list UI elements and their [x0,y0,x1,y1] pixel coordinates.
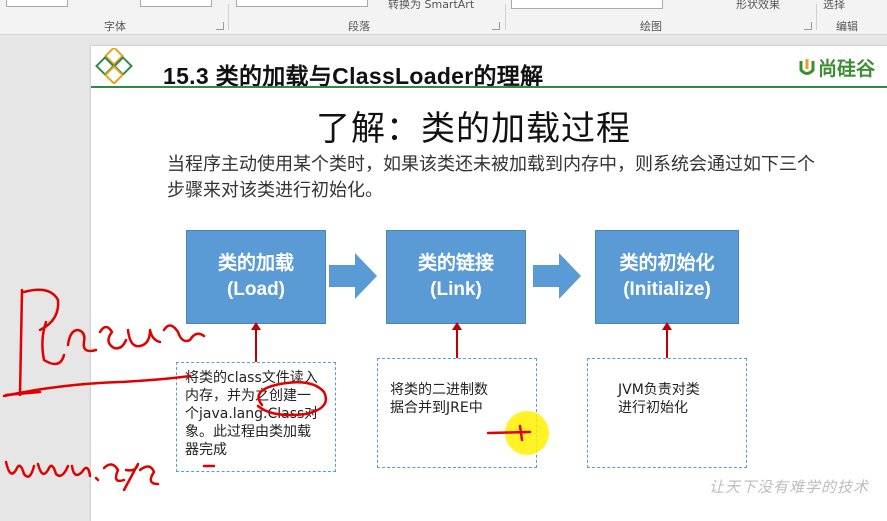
arrow-right-icon [533,253,581,299]
desc-load-box[interactable]: 将类的class文件读入 内存，并为之创建一 个java.lang.Class对… [176,362,336,472]
pen-cursor-highlight [505,411,549,455]
ribbon-group-paragraph: 段落 [348,20,370,33]
intro-paragraph: 当程序主动使用某个类时，如果该类还未被加载到内存中，则系统会通过如下三个步骤来对… [167,154,815,201]
ink-stroke [41,320,66,366]
desc-line: 内存，并为之创建一 [185,388,311,404]
paragraph-dialog-launcher-icon[interactable] [492,22,500,30]
convert-smartart-button[interactable]: 转换为 SmartArt [388,0,474,12]
ink-stroke [22,288,60,332]
desc-initialize-box[interactable]: JVM负责对类 进行初始化 [587,358,747,468]
connector-arrowhead [251,322,261,330]
connector-arrowhead [662,322,672,330]
desc-line: 象。此过程由类加载 [185,424,311,440]
step-label-en: (Load) [226,279,286,300]
step-label-zh: 类的链接 [417,253,494,274]
ribbon-group-drawing: 绘图 [640,20,662,33]
slide-header: 15.3 类的加载与ClassLoader的理解 尚硅谷 [91,46,887,89]
ribbon-group-font: 字体 [104,20,126,33]
connector-line [255,328,257,362]
ribbon-group-editing: 编辑 [836,20,858,33]
connector-line [666,328,668,358]
ribbon-separator [228,4,229,30]
step-label-en: (Link) [430,279,482,300]
arrow-right-icon [329,253,377,299]
ribbon-separator [816,4,817,30]
desc-line: 进行初始化 [618,400,688,416]
step-initialize-box[interactable]: 类的初始化 (Initialize) [595,230,739,324]
diamond-logo-icon [95,48,133,84]
ribbon-font-controls-2[interactable] [140,0,212,7]
brand-logo-icon [799,59,815,75]
ribbon-paragraph-controls[interactable] [236,0,368,7]
select-button[interactable]: 选择 [823,0,845,12]
drawing-dialog-launcher-icon[interactable] [804,22,812,30]
ribbon-font-controls[interactable] [6,0,68,7]
slide-canvas[interactable]: 15.3 类的加载与ClassLoader的理解 尚硅谷 了解：类的加载过程 当… [91,46,887,521]
font-dialog-launcher-icon[interactable] [216,22,224,30]
desc-line: 将类的二进制数 [390,382,488,398]
desc-link-box[interactable]: 将类的二进制数 据合并到JRE中 [377,358,537,468]
step-label-zh: 类的初始化 [619,253,715,274]
ink-stroke [4,390,42,397]
watermark: 让天下没有难学的技术 [709,478,870,496]
desc-line: JVM负责对类 [618,382,700,398]
desc-line: 个java.lang.Class对 [185,406,319,422]
ink-stroke [70,464,92,478]
step-label-en: (Initialize) [623,279,711,300]
desc-line: 据合并到JRE中 [390,400,483,416]
header-divider [91,86,887,88]
ink-stroke [18,288,24,397]
ink-stroke [4,460,36,478]
shape-effects-button[interactable]: 形状效果 [736,0,780,12]
ribbon: 字体 转换为 SmartArt 段落 形状效果 绘图 选择 编辑 [0,0,887,35]
shapes-gallery[interactable] [511,0,663,9]
desc-line: 器完成 [185,442,227,458]
connector-line [456,328,458,358]
step-label-zh: 类的加载 [217,253,294,274]
brand-name: 尚硅谷 [818,58,876,80]
step-link-box[interactable]: 类的链接 (Link) [386,230,526,324]
desc-line: 将类的class文件读入 [185,370,318,386]
connector-arrowhead [452,322,462,330]
slide-heading: 了解：类的加载过程 [316,109,631,149]
ink-stroke [36,462,70,477]
ribbon-separator [505,4,506,30]
step-load-box[interactable]: 类的加载 (Load) [186,230,326,324]
